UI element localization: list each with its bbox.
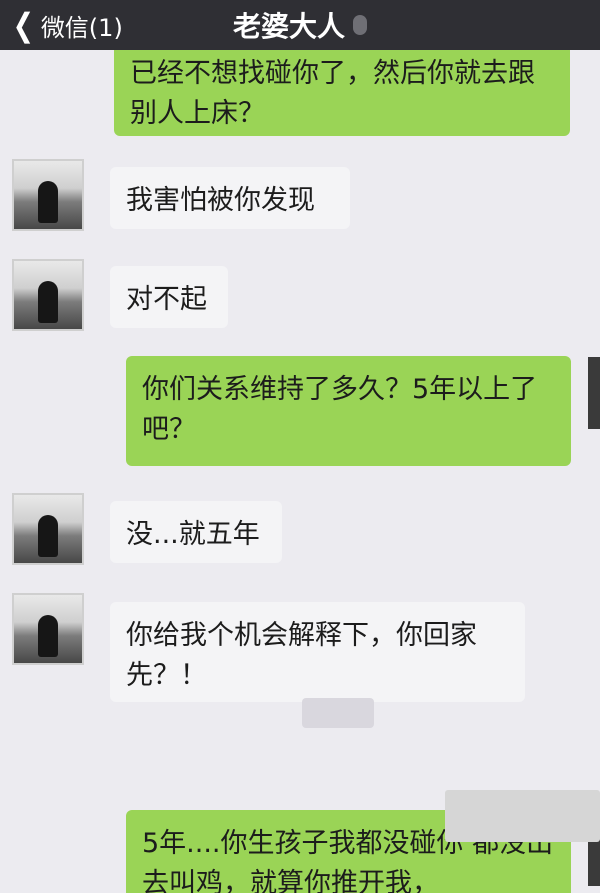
back-button[interactable]: ❮ 微信(1) xyxy=(10,4,123,46)
message-bubble-received[interactable]: 你给我个机会解释下，你回家先？！ xyxy=(110,602,525,702)
message-bubble-sent[interactable]: 你们关系维持了多久？5年以上了吧？ xyxy=(126,356,571,466)
chat-header: ❮ 微信(1) 老婆大人 xyxy=(0,0,600,50)
avatar-figure xyxy=(38,615,58,657)
contact-name: 老婆大人 xyxy=(232,10,345,43)
message-text: 你给我个机会解释下，你回家先？！ xyxy=(126,620,477,691)
timestamp-chip xyxy=(302,698,374,728)
message-text: 我害怕被你发现 xyxy=(126,185,315,216)
message-text: 你们关系维持了多久？5年以上了吧？ xyxy=(142,374,538,445)
chevron-left-icon: ❮ xyxy=(12,6,35,44)
contact-avatar[interactable] xyxy=(12,259,84,331)
message-list[interactable]: 已经不想找碰你了，然后你就去跟别人上床？ 我害怕被你发现 对不起 你们关系维持了… xyxy=(0,50,600,893)
message-text: 没...就五年 xyxy=(126,519,260,550)
avatar-figure xyxy=(38,281,58,323)
back-label: 微信(1) xyxy=(40,13,123,42)
avatar-figure xyxy=(38,181,58,223)
contact-avatar[interactable] xyxy=(12,493,84,565)
contact-avatar[interactable] xyxy=(12,593,84,665)
avatar-figure xyxy=(38,515,58,557)
message-bubble-received[interactable]: 没...就五年 xyxy=(110,501,282,563)
self-avatar-edge xyxy=(588,357,600,429)
message-bubble-sent[interactable]: 已经不想找碰你了，然后你就去跟别人上床？ xyxy=(114,50,570,136)
message-text: 已经不想找碰你了，然后你就去跟别人上床？ xyxy=(130,58,535,129)
message-bubble-received[interactable]: 我害怕被你发现 xyxy=(110,167,350,229)
contact-avatar[interactable] xyxy=(12,159,84,231)
chat-title: 老婆大人 xyxy=(200,4,400,46)
muted-bell-icon xyxy=(353,15,367,35)
message-bubble-received[interactable]: 对不起 xyxy=(110,266,228,328)
message-text: 对不起 xyxy=(126,284,207,315)
watermark xyxy=(445,790,600,842)
